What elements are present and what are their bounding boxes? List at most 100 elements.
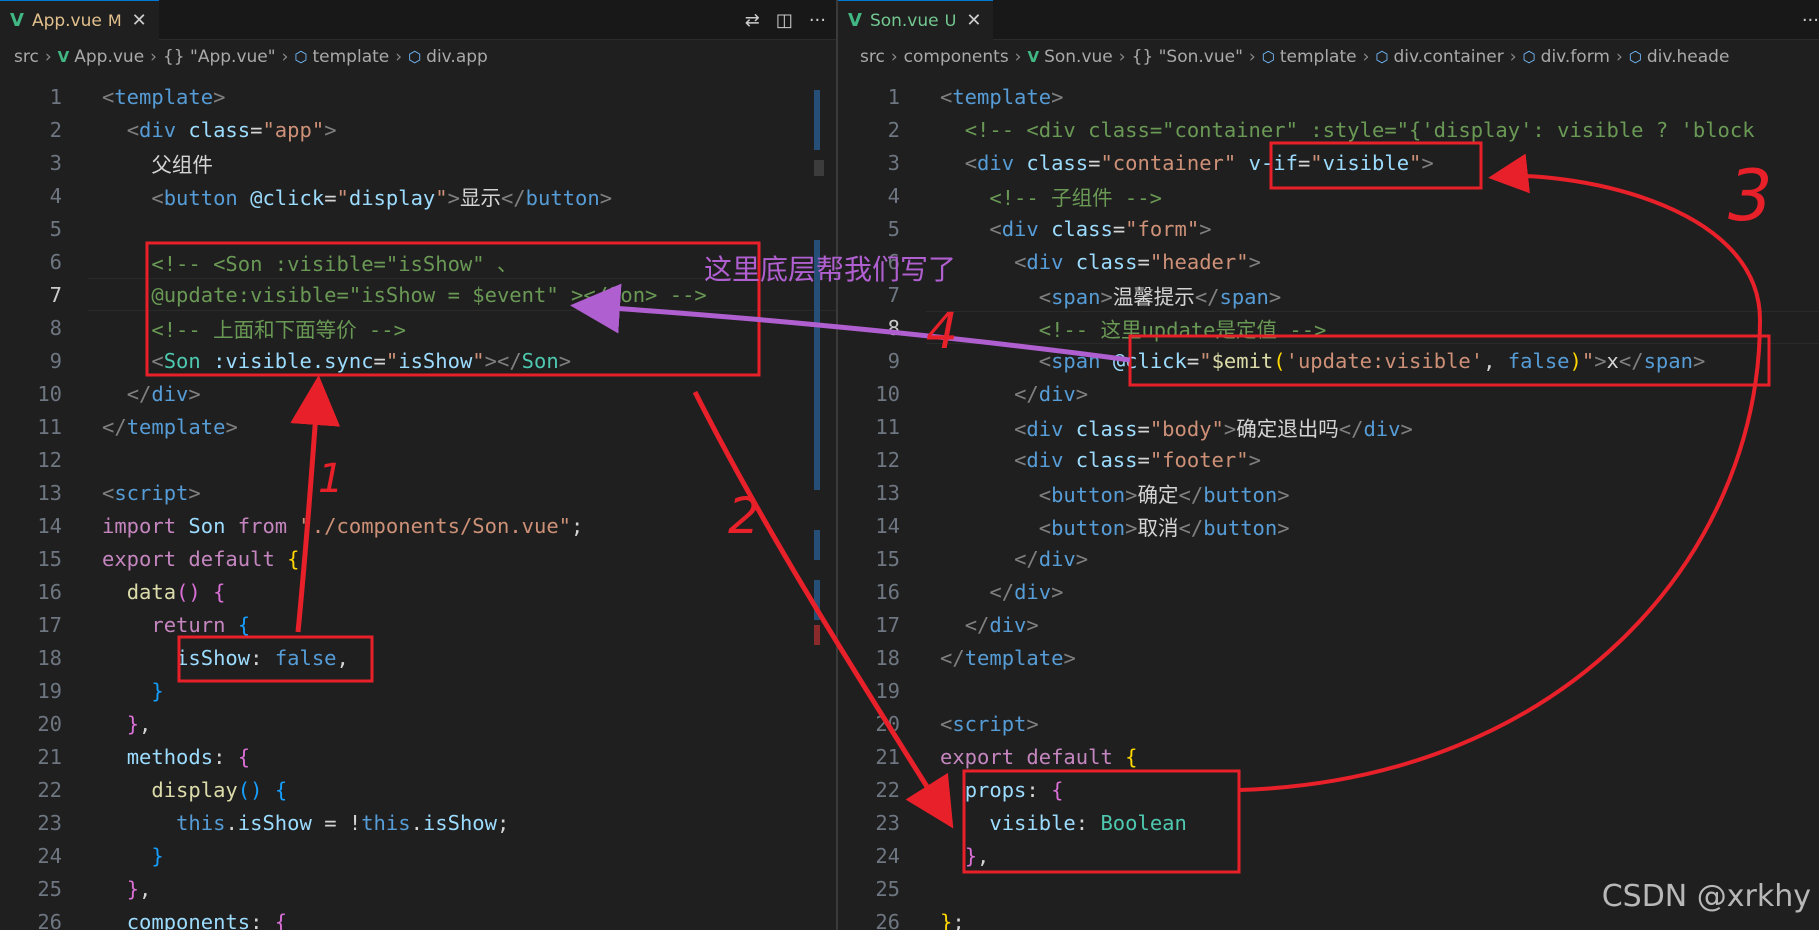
line-number[interactable]: 1 — [0, 85, 62, 109]
line-number[interactable]: 26 — [838, 910, 900, 930]
line-number[interactable]: 18 — [0, 646, 62, 670]
breadcrumb-module[interactable]: {} "App.vue" — [163, 47, 276, 67]
code-line[interactable]: 17 return { — [0, 608, 836, 641]
line-number[interactable]: 6 — [0, 250, 62, 274]
line-number[interactable]: 2 — [838, 118, 900, 142]
line-number[interactable]: 22 — [838, 778, 900, 802]
code-line[interactable]: 12 — [0, 443, 836, 476]
line-number[interactable]: 2 — [0, 118, 62, 142]
line-number[interactable]: 24 — [838, 844, 900, 868]
code-line[interactable]: 5 — [0, 212, 836, 245]
line-number[interactable]: 19 — [0, 679, 62, 703]
line-number[interactable]: 14 — [838, 514, 900, 538]
code-line[interactable]: 13 <script> — [0, 476, 836, 509]
code-line[interactable]: 15 export default { — [0, 542, 836, 575]
breadcrumb-components[interactable]: components — [904, 47, 1009, 67]
code-line[interactable]: 24 } — [0, 839, 836, 872]
code-line[interactable]: 2 <div class="app"> — [0, 113, 836, 146]
breadcrumb-src[interactable]: src — [860, 47, 885, 67]
breadcrumb-file[interactable]: V App.vue — [58, 47, 145, 67]
code-line[interactable]: 19 } — [0, 674, 836, 707]
more-actions-icon[interactable]: ··· — [1802, 10, 1819, 31]
line-number[interactable]: 9 — [838, 349, 900, 373]
code-line[interactable]: 15 </div> — [838, 542, 1819, 575]
code-line[interactable]: 14 <button>取消</button> — [838, 509, 1819, 542]
code-line[interactable]: 23 this.isShow = !this.isShow; — [0, 806, 836, 839]
code-editor[interactable]: 1 <template> 2 <div class="app"> 3 父组件 4 <bu… — [0, 80, 836, 930]
code-line[interactable]: 10 </div> — [0, 377, 836, 410]
line-number[interactable]: 21 — [838, 745, 900, 769]
breadcrumb-template[interactable]: ⬡ template — [1262, 47, 1357, 67]
code-line[interactable]: 16 data() { — [0, 575, 836, 608]
code-line[interactable]: 5 <div class="form"> — [838, 212, 1819, 245]
code-line[interactable]: 9 <Son :visible.sync="isShow"></Son> — [0, 344, 836, 377]
line-number[interactable]: 20 — [838, 712, 900, 736]
line-number[interactable]: 15 — [838, 547, 900, 571]
code-line[interactable]: 26 components: { — [0, 905, 836, 930]
code-line[interactable]: 18 isShow: false, — [0, 641, 836, 674]
code-line[interactable]: 16 </div> — [838, 575, 1819, 608]
breadcrumb-div-app[interactable]: ⬡ div.app — [408, 47, 488, 67]
line-number[interactable]: 13 — [838, 481, 900, 505]
line-number[interactable]: 22 — [0, 778, 62, 802]
code-line[interactable]: 21 export default { — [838, 740, 1819, 773]
code-line[interactable]: 3 <div class="container" v-if="visible"> — [838, 146, 1819, 179]
code-line[interactable]: 9 <span @click="$emit('update:visible', … — [838, 344, 1819, 377]
breadcrumb-template[interactable]: ⬡ template — [294, 47, 389, 67]
line-number[interactable]: 24 — [0, 844, 62, 868]
code-line[interactable]: 1 <template> — [838, 80, 1819, 113]
line-number[interactable]: 12 — [838, 448, 900, 472]
line-number[interactable]: 26 — [0, 910, 62, 930]
code-line[interactable]: 11 <div class="body">确定退出吗</div> — [838, 410, 1819, 443]
line-number[interactable]: 3 — [0, 151, 62, 175]
code-line[interactable]: 4 <!-- 子组件 --> — [838, 179, 1819, 212]
code-line[interactable]: 19 — [838, 674, 1819, 707]
breadcrumb-file[interactable]: V Son.vue — [1027, 47, 1112, 67]
breadcrumb-div-form[interactable]: ⬡ div.form — [1523, 47, 1610, 67]
line-number[interactable]: 18 — [838, 646, 900, 670]
code-line[interactable]: 20 <script> — [838, 707, 1819, 740]
split-editor-icon[interactable]: ◫ — [776, 10, 793, 31]
line-number[interactable]: 14 — [0, 514, 62, 538]
line-number[interactable]: 1 — [838, 85, 900, 109]
code-line[interactable]: 7 <span>温馨提示</span> — [838, 278, 1819, 311]
code-line[interactable]: 17 </div> — [838, 608, 1819, 641]
line-number[interactable]: 23 — [0, 811, 62, 835]
line-number[interactable]: 11 — [0, 415, 62, 439]
breadcrumb-div-header[interactable]: ⬡ div.heade — [1629, 47, 1730, 67]
line-number[interactable]: 13 — [0, 481, 62, 505]
line-number[interactable]: 7 — [0, 283, 62, 307]
line-number[interactable]: 8 — [838, 316, 900, 340]
minimap[interactable] — [814, 80, 824, 900]
line-number[interactable]: 4 — [838, 184, 900, 208]
line-number[interactable]: 10 — [838, 382, 900, 406]
code-line[interactable]: 22 props: { — [838, 773, 1819, 806]
line-number[interactable]: 20 — [0, 712, 62, 736]
tab-son-vue[interactable]: V Son.vue U ✕ — [838, 0, 994, 40]
line-number[interactable]: 19 — [838, 679, 900, 703]
code-line[interactable]: 20 }, — [0, 707, 836, 740]
code-line[interactable]: 14 import Son from "./components/Son.vue"… — [0, 509, 836, 542]
close-icon[interactable]: ✕ — [966, 10, 981, 31]
code-line[interactable]: 1 <template> — [0, 80, 836, 113]
line-number[interactable]: 21 — [0, 745, 62, 769]
line-number[interactable]: 5 — [0, 217, 62, 241]
code-line[interactable]: 18 </template> — [838, 641, 1819, 674]
code-line[interactable]: 6 <div class="header"> — [838, 245, 1819, 278]
line-number[interactable]: 17 — [0, 613, 62, 637]
code-line[interactable]: 8 <!-- 这里update是定值 --> — [838, 311, 1819, 344]
line-number[interactable]: 8 — [0, 316, 62, 340]
line-number[interactable]: 16 — [838, 580, 900, 604]
breadcrumb-module[interactable]: {} "Son.vue" — [1132, 47, 1243, 67]
code-line[interactable]: 25 }, — [0, 872, 836, 905]
line-number[interactable]: 23 — [838, 811, 900, 835]
breadcrumb-div-container[interactable]: ⬡ div.container — [1375, 47, 1503, 67]
code-line[interactable]: 24 }, — [838, 839, 1819, 872]
code-line[interactable]: 13 <button>确定</button> — [838, 476, 1819, 509]
code-line[interactable]: 12 <div class="footer"> — [838, 443, 1819, 476]
line-number[interactable]: 15 — [0, 547, 62, 571]
line-number[interactable]: 17 — [838, 613, 900, 637]
code-line[interactable]: 23 visible: Boolean — [838, 806, 1819, 839]
code-line[interactable]: 8 <!-- 上面和下面等价 --> — [0, 311, 836, 344]
line-number[interactable]: 9 — [0, 349, 62, 373]
